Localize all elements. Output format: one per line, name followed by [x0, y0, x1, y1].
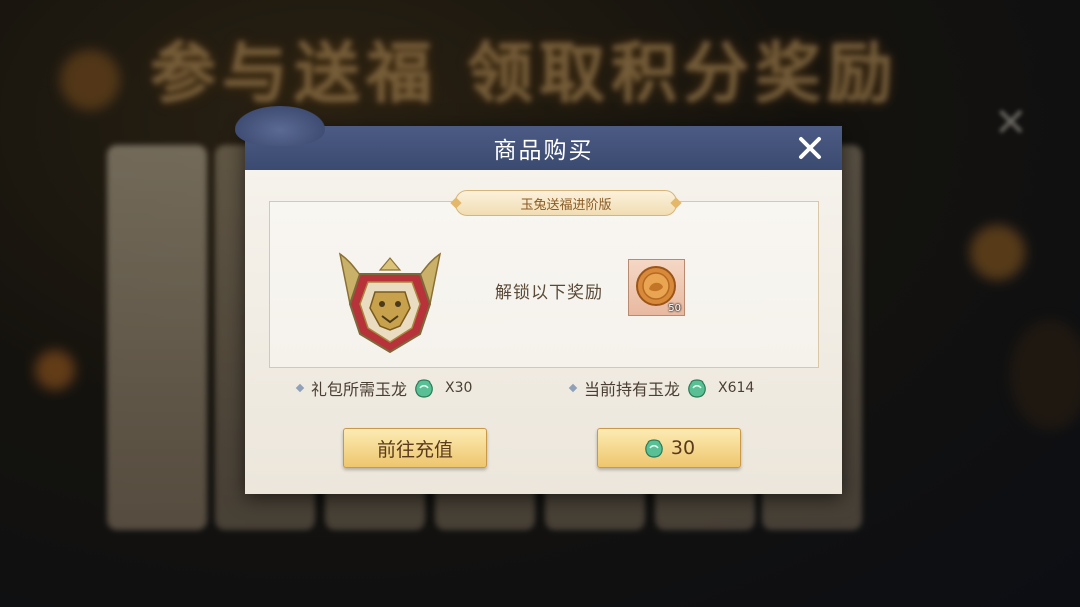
close-button[interactable] [794, 132, 826, 164]
bullet-diamond-icon [568, 383, 578, 393]
reward-panel: 玉兔送福进阶版 解锁以下奖励 50 [269, 190, 819, 368]
reward-item-count: 50 [668, 303, 681, 314]
mooncake-coin-icon [636, 266, 676, 306]
buy-price: 30 [670, 437, 696, 459]
recharge-button-label: 前往充值 [376, 438, 453, 461]
reward-item-slot[interactable]: 50 [628, 259, 685, 316]
pack-name-tag: 玉兔送福进阶版 [455, 190, 677, 216]
dragon-frame-icon [338, 252, 442, 354]
owned-jade-qty: X614 [718, 380, 755, 396]
purchase-dialog: 商品购买 玉兔送福进阶版 解锁以下奖励 50 礼包所需玉龙 X30 当前持有玉龙… [235, 106, 842, 494]
required-jade-label: 礼包所需玉龙 [311, 380, 408, 399]
dialog-title: 商品购买 [493, 138, 594, 164]
dialog-header: 商品购买 [235, 106, 842, 170]
unlock-label: 解锁以下奖励 [495, 283, 603, 303]
required-jade-qty: X30 [445, 380, 473, 396]
required-jade-row: 礼包所需玉龙 X30 [295, 376, 473, 400]
cloud-ornament-icon [235, 106, 325, 146]
owned-jade-row: 当前持有玉龙 X614 [568, 376, 755, 400]
close-icon [799, 137, 821, 159]
jade-currency-icon [688, 379, 706, 398]
owned-jade-label: 当前持有玉龙 [584, 380, 681, 399]
buy-button[interactable]: 30 [597, 428, 741, 468]
bullet-diamond-icon [295, 383, 305, 393]
jade-currency-icon [415, 379, 433, 398]
jade-currency-icon [645, 439, 663, 458]
recharge-button[interactable]: 前往充值 [343, 428, 487, 468]
